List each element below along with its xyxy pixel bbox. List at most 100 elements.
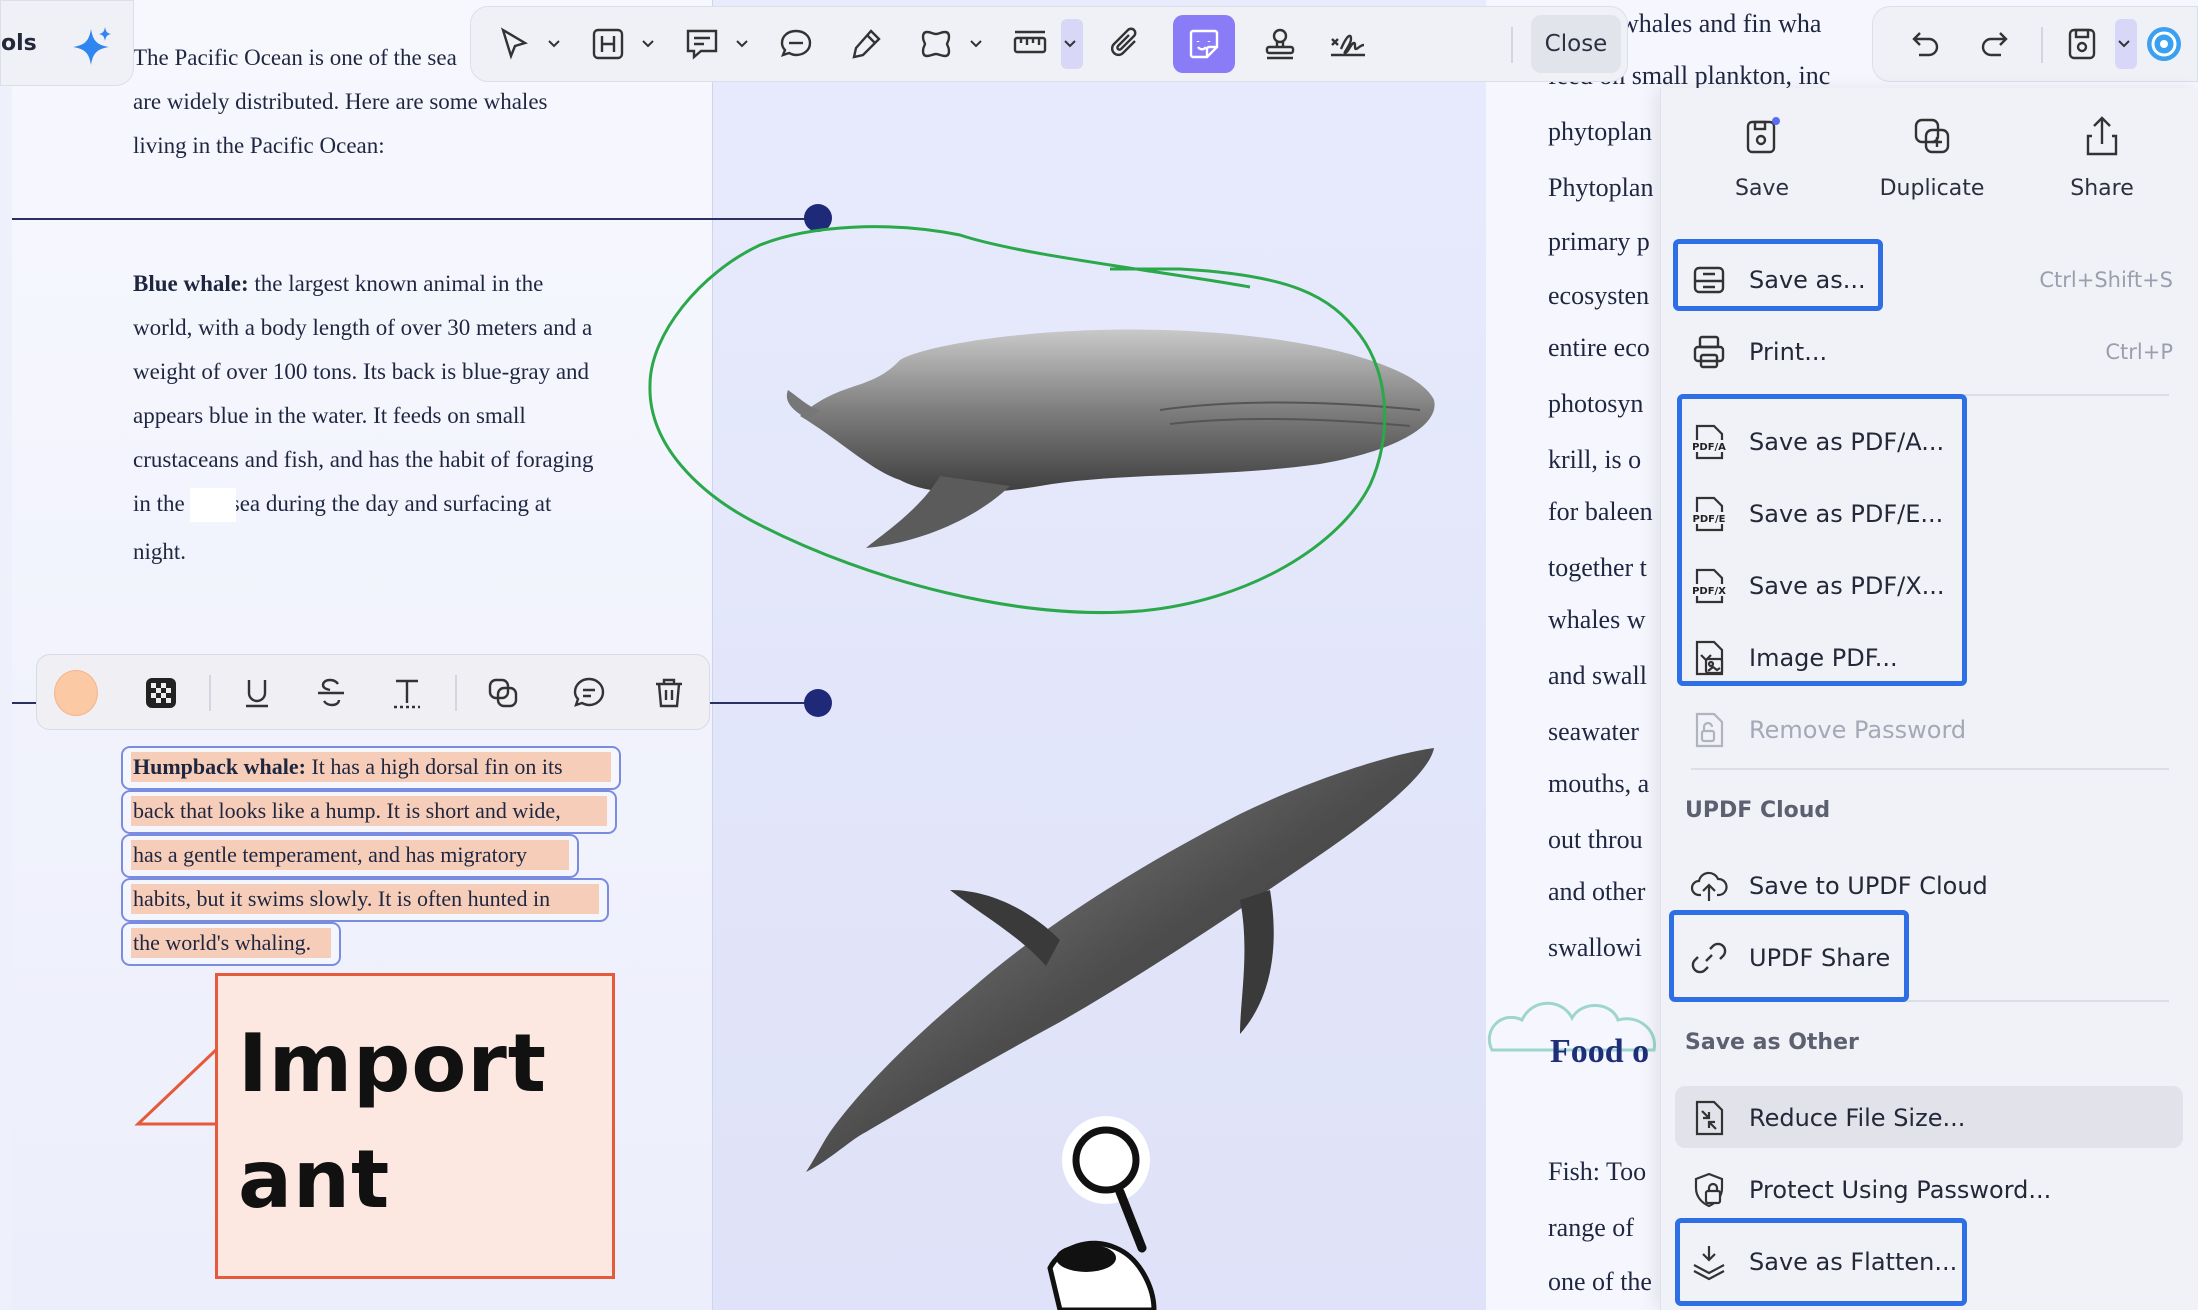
heading-tool-button[interactable] (583, 19, 633, 69)
ai-sparkle-icon[interactable] (71, 25, 113, 67)
text-style-button[interactable] (385, 671, 429, 715)
menu-protect-password-label: Protect Using Password... (1749, 1176, 2052, 1204)
checkerboard-icon (146, 678, 176, 708)
comment-icon (573, 677, 605, 707)
right-line-17: swallowi (1548, 933, 1642, 962)
note-tool-button[interactable] (677, 19, 727, 69)
close-button[interactable]: Close (1531, 15, 1621, 73)
connector-line-top (12, 218, 818, 220)
shape-icon (921, 30, 951, 58)
share-icon (2086, 116, 2118, 156)
text-comment-icon (686, 29, 718, 60)
menu-save-cloud-label: Save to UPDF Cloud (1749, 872, 1988, 900)
undo-icon (1912, 32, 1939, 57)
menu-reduce-size-label: Reduce File Size... (1749, 1104, 1966, 1132)
tools-panel-chip: ols (0, 0, 134, 86)
note-tool-dropdown[interactable] (733, 29, 755, 59)
ink-drawing[interactable] (640, 225, 1440, 625)
blue-whale-line-7: night. (133, 539, 187, 564)
comment-button[interactable] (567, 671, 611, 715)
right-line-10: together t (1548, 553, 1647, 582)
right-line-4: primary p (1548, 227, 1650, 256)
color-picker-button[interactable] (54, 670, 98, 716)
tools-label[interactable]: ols (1, 31, 37, 56)
right-line-5: ecosysten (1548, 281, 1650, 310)
save-menu-button[interactable] (2057, 19, 2107, 69)
menu-save-button[interactable]: Save (1697, 114, 1827, 201)
menu-duplicate-label: Duplicate (1879, 176, 1985, 201)
undo-button[interactable] (1899, 19, 1949, 69)
humpback-line-4: habits, but it swims slowly. It is often… (133, 886, 551, 911)
annotation-toolbar (36, 654, 710, 730)
cursor-icon (500, 27, 528, 60)
shield-lock-icon (1694, 1172, 1724, 1208)
select-tool-dropdown[interactable] (545, 29, 567, 59)
shape-tool-button[interactable] (911, 19, 961, 69)
stamp-tool-button[interactable] (1255, 19, 1305, 69)
right-line-14: mouths, a (1548, 769, 1650, 798)
ruler-icon (1013, 30, 1047, 54)
right-divider (2041, 27, 2043, 63)
right-line-12: and swall (1548, 661, 1647, 690)
connector-handle-bottom[interactable] (804, 689, 832, 717)
copy-button[interactable] (481, 671, 525, 715)
highlight-pdf-formats (1677, 394, 1967, 686)
sticker-icon (1189, 29, 1219, 59)
blue-whale-line-5: crustaceans and fish, and has the habit … (133, 447, 594, 472)
sticker-tool-button[interactable] (1173, 15, 1235, 73)
redo-button[interactable] (1971, 19, 2021, 69)
menu-reduce-size[interactable]: Reduce File Size... (1687, 1090, 2187, 1146)
right-line-16: and other (1548, 877, 1646, 906)
right-line-8: krill, is o (1548, 445, 1642, 474)
menu-duplicate-button[interactable]: Duplicate (1867, 114, 1997, 201)
blue-whale-line-4: appears blue in the water. It feeds on s… (133, 403, 526, 428)
shape-tool-dropdown[interactable] (967, 29, 989, 59)
underline-button[interactable] (235, 671, 279, 715)
attachment-tool-button[interactable] (1101, 19, 1151, 69)
menu-save-cloud[interactable]: Save to UPDF Cloud (1687, 858, 2187, 914)
copy-icon (488, 678, 518, 708)
measure-tool-button[interactable] (1005, 19, 1055, 69)
menu-remove-password-label: Remove Password (1749, 716, 1967, 744)
strikethrough-icon (318, 678, 344, 707)
menu-print[interactable]: Print... Ctrl+P (1687, 324, 2187, 380)
updf-ai-logo-icon (2147, 27, 2181, 61)
right-line-3: Phytoplan (1548, 173, 1654, 202)
comment-tool-button[interactable] (771, 19, 821, 69)
right-bottom-line-1: Fish: Too (1548, 1157, 1647, 1186)
save-icon (1746, 117, 1780, 154)
cloud-upload-icon (1690, 871, 1728, 901)
menu-protect-password[interactable]: Protect Using Password... (1687, 1162, 2187, 1218)
sticky-note[interactable]: Import ant (215, 973, 615, 1279)
heading-tool-dropdown[interactable] (639, 29, 661, 59)
select-tool-button[interactable] (489, 19, 539, 69)
highlight-save-as (1673, 239, 1883, 311)
magnifier-sticker[interactable] (1030, 1108, 1170, 1310)
humpback-line-3: has a gentle temperament, and has migrat… (133, 842, 528, 867)
underline-icon (246, 680, 268, 708)
sticky-note-text[interactable]: Import ant (238, 1006, 547, 1238)
chevron-down-icon (548, 40, 560, 48)
redo-icon (1981, 32, 2008, 57)
delete-button[interactable] (647, 671, 691, 715)
updf-ai-button[interactable] (2137, 19, 2191, 69)
menu-share-button[interactable]: Share (2037, 114, 2167, 201)
blue-whale-title: Blue whale: (133, 271, 249, 296)
trash-icon (656, 678, 682, 708)
opacity-button[interactable] (139, 671, 183, 715)
intro-line-2: are widely distributed. Here are some wh… (133, 89, 548, 114)
right-line-6: entire eco (1548, 333, 1650, 362)
measure-tool-dropdown[interactable] (1061, 19, 1083, 69)
duplicate-icon (1914, 118, 1950, 154)
right-line-2: phytoplan (1548, 117, 1652, 146)
blue-whale-text-1: the largest known animal in the (248, 271, 544, 296)
chevron-down-icon (2118, 40, 2130, 48)
chevron-down-icon (642, 40, 654, 48)
save-menu-dropdown[interactable] (2115, 19, 2137, 69)
pencil-icon (852, 29, 881, 59)
pencil-tool-button[interactable] (841, 19, 891, 69)
strikethrough-button[interactable] (309, 671, 353, 715)
printer-icon (1693, 335, 1725, 369)
main-toolbar: Close (470, 6, 1628, 82)
signature-tool-button[interactable] (1323, 19, 1373, 69)
